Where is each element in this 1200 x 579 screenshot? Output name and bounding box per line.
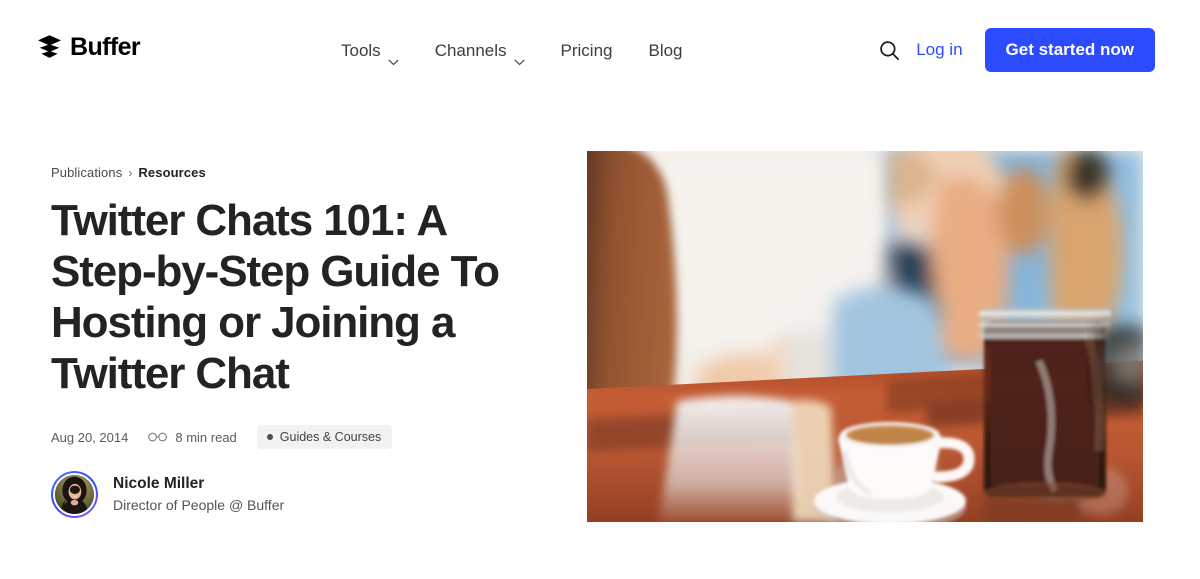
avatar-image-frame (53, 473, 96, 516)
site-header: Buffer Tools Channels Pricing Blog Log i… (0, 0, 1200, 102)
read-time-label: 8 min read (175, 429, 237, 445)
nav-label-tools: Tools (341, 41, 381, 60)
hero-image (587, 151, 1143, 522)
nav-item-pricing[interactable]: Pricing (561, 38, 613, 64)
author-info: Nicole Miller Director of People @ Buffe… (113, 474, 284, 515)
author-role: Director of People @ Buffer (113, 497, 285, 513)
chevron-down-icon (514, 48, 525, 65)
breadcrumb-publications[interactable]: Publications (51, 165, 122, 180)
glasses-icon (147, 430, 169, 445)
nav-label-blog: Blog (648, 41, 683, 60)
buffer-logo[interactable]: Buffer (37, 32, 141, 61)
nav-item-tools[interactable]: Tools (341, 38, 399, 65)
read-time: 8 min read (147, 429, 237, 445)
hero-photo (587, 151, 1143, 522)
header-actions: Log in Get started now (874, 28, 1155, 72)
page-title: Twitter Chats 101: A Step-by-Step Guide … (51, 196, 500, 398)
get-started-button[interactable]: Get started now (984, 28, 1155, 72)
main-navigation: Tools Channels Pricing Blog (341, 38, 683, 65)
breadcrumb-separator-icon: › (128, 165, 133, 180)
breadcrumb-resources[interactable]: Resources (138, 165, 205, 180)
chevron-down-icon (388, 48, 399, 65)
tag-label: Guides & Courses (279, 430, 382, 444)
author-byline: Nicole Miller Director of People @ Buffe… (51, 471, 551, 518)
category-tag[interactable]: Guides & Courses (256, 425, 393, 449)
author-name[interactable]: Nicole Miller (113, 474, 284, 494)
avatar[interactable] (51, 471, 98, 518)
breadcrumb: Publications › Resources (51, 165, 551, 180)
login-link[interactable]: Log in (916, 40, 962, 60)
author-avatar (55, 475, 94, 514)
nav-item-channels[interactable]: Channels (434, 38, 525, 65)
tag-dot-icon (266, 434, 273, 440)
search-icon[interactable] (874, 35, 904, 65)
article-meta: Aug 20, 2014 8 min read Guides & Courses (51, 425, 551, 449)
nav-label-channels: Channels (434, 41, 507, 60)
nav-item-blog[interactable]: Blog (648, 38, 682, 64)
article-text-column: Publications › Resources Twitter Chats 1… (51, 165, 551, 518)
page-root: Buffer Tools Channels Pricing Blog Log i… (0, 0, 1200, 579)
publish-date: Aug 20, 2014 (51, 429, 129, 445)
logo-wordmark: Buffer (70, 32, 141, 61)
stacked-layers-icon (37, 34, 62, 60)
nav-label-pricing: Pricing (560, 41, 613, 60)
